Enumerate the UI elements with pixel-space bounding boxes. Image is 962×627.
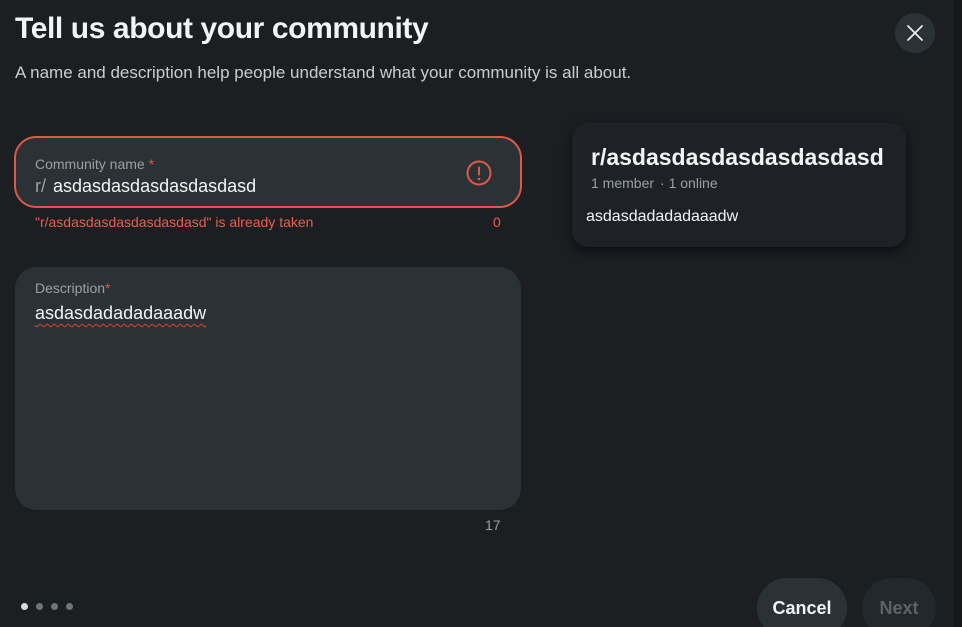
- preview-description: asdasdadadadaaadw: [586, 208, 739, 225]
- preview-member-count: 1 member: [591, 175, 655, 191]
- cancel-button[interactable]: Cancel: [757, 578, 847, 627]
- community-name-input[interactable]: asdasdasdasdasdasdasd: [53, 176, 256, 197]
- description-char-count: 17: [485, 517, 501, 533]
- dialog-edge: [954, 0, 962, 627]
- close-button[interactable]: [895, 13, 935, 53]
- community-name-prefix: r/: [35, 176, 46, 196]
- create-community-dialog: Tell us about your community A name and …: [0, 0, 962, 627]
- step-dot: [66, 603, 73, 610]
- step-dot: [36, 603, 43, 610]
- description-field[interactable]: Description* asdasdadadadaaadw: [15, 267, 521, 510]
- preview-community-name: r/asdasdasdasdasdasdasd: [591, 144, 884, 170]
- dialog-subtitle: A name and description help people under…: [15, 63, 632, 82]
- name-error-message: "r/asdasdasdasdasdasdasd" is already tak…: [35, 214, 314, 230]
- dialog-title: Tell us about your community: [15, 12, 429, 45]
- preview-online-count: · 1 online: [660, 175, 718, 191]
- description-label: Description*: [35, 280, 111, 296]
- step-indicator: [21, 603, 73, 610]
- required-marker: *: [105, 280, 111, 296]
- error-icon: [466, 160, 492, 186]
- preview-stats: 1 member · 1 online: [591, 175, 718, 191]
- next-button[interactable]: Next: [862, 578, 936, 627]
- name-char-count: 0: [493, 214, 501, 230]
- description-input[interactable]: asdasdadadadaaadw: [35, 303, 206, 324]
- required-marker: *: [148, 156, 155, 172]
- community-name-field[interactable]: Community name * r/ asdasdasdasdasdasdas…: [14, 136, 522, 208]
- step-dot: [21, 603, 28, 610]
- community-name-label: Community name *: [35, 156, 155, 172]
- close-icon: [907, 25, 923, 41]
- community-preview-card: r/asdasdasdasdasdasdasd 1 member · 1 onl…: [572, 123, 906, 247]
- step-dot: [51, 603, 58, 610]
